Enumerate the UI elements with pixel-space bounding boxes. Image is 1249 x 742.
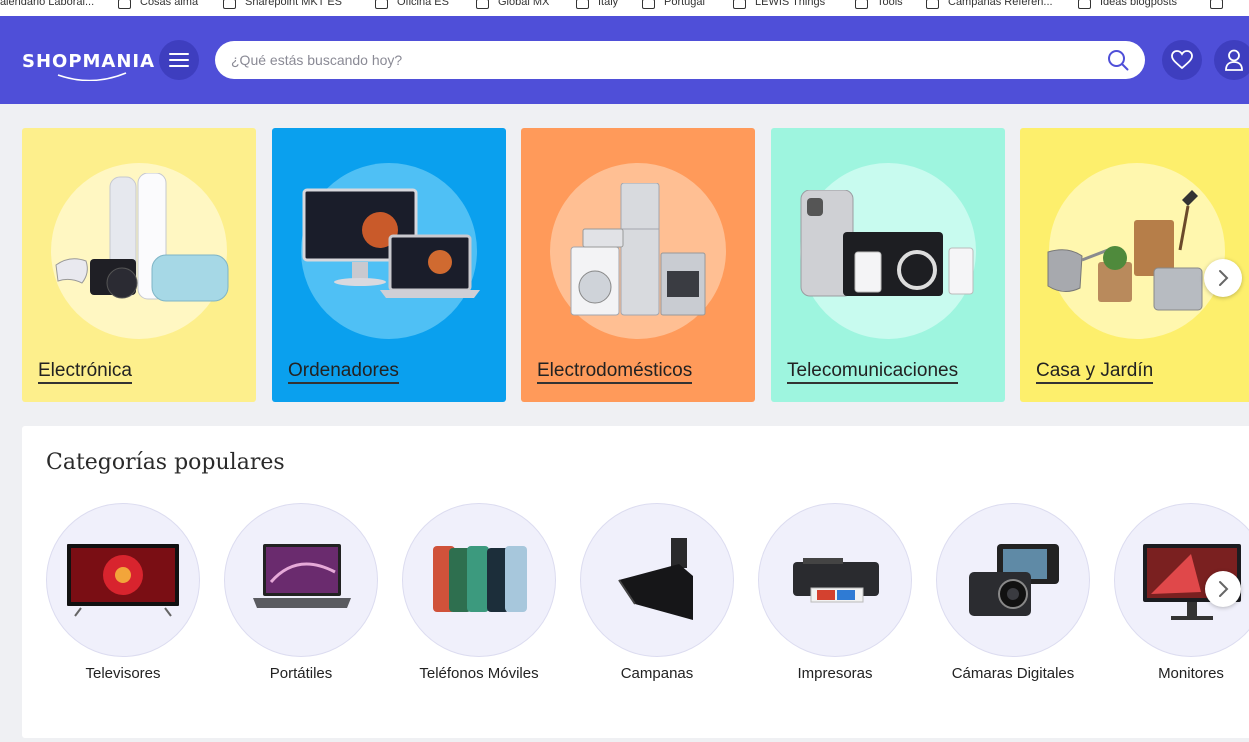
item-label: Portátiles: [269, 665, 333, 682]
bookmark-folder[interactable]: [1210, 0, 1232, 10]
item-circle: [758, 503, 912, 657]
item-circle: [402, 503, 556, 657]
appliances-image-icon: [570, 183, 706, 316]
bookmark-label: Global MX: [498, 0, 550, 8]
folder-icon: [476, 0, 489, 9]
telecom-image-icon: [800, 190, 974, 297]
camera-icon: [969, 544, 1059, 616]
folder-icon: [118, 0, 131, 9]
popular-item-impresoras[interactable]: Impresoras: [758, 503, 912, 682]
item-circle: [224, 503, 378, 657]
popular-item-portatiles[interactable]: Portátiles: [224, 503, 378, 682]
range-hood-icon: [618, 538, 693, 620]
bookmark-folder[interactable]: Tools: [855, 0, 903, 10]
printer-icon: [793, 558, 879, 603]
popular-next-button[interactable]: [1205, 571, 1241, 607]
item-circle: [936, 503, 1090, 657]
item-label: Monitores: [1158, 665, 1224, 682]
bookmark-label: Portugal: [664, 0, 705, 8]
garden-image-icon: [1047, 190, 1203, 311]
bookmark-label: LEWIS Things: [755, 0, 826, 8]
search-input[interactable]: [231, 41, 1091, 79]
bookmark-folder[interactable]: Global MX: [476, 0, 549, 10]
section-title: Categorías populares: [46, 450, 285, 475]
category-card-electrodomesticos[interactable]: Electrodomésticos: [521, 128, 755, 402]
menu-button[interactable]: [159, 40, 199, 80]
category-card-ordenadores[interactable]: Ordenadores: [272, 128, 506, 402]
laptop-icon: [253, 544, 351, 608]
bookmark-label: Cosas almá: [140, 0, 199, 8]
bookmark-label: Tools: [877, 0, 903, 8]
folder-icon: [1078, 0, 1091, 9]
folder-icon: [1210, 0, 1223, 9]
user-icon: [1225, 49, 1243, 71]
bookmark-folder[interactable]: Italy: [576, 0, 618, 10]
item-circle: [46, 503, 200, 657]
chevron-right-icon: [1219, 581, 1229, 597]
popular-item-camaras-digitales[interactable]: Cámaras Digitales: [936, 503, 1090, 682]
item-label: Impresoras: [797, 665, 873, 682]
bookmark-label: Italy: [598, 0, 619, 8]
chevron-right-icon: [1219, 270, 1229, 286]
bookmark-label: Campañas Referen...: [948, 0, 1053, 8]
popular-item-campanas[interactable]: Campanas: [580, 503, 734, 682]
bookmark-item[interactable]: Calendario Laboral...: [0, 0, 94, 10]
card-label: Ordenadores: [288, 360, 399, 384]
tv-icon: [67, 544, 179, 617]
item-circle: [580, 503, 734, 657]
bookmark-folder[interactable]: Oficina ES: [375, 0, 449, 10]
bookmark-label: Calendario Laboral...: [0, 0, 95, 8]
computers-image-icon: [302, 188, 480, 298]
item-label: Televisores: [85, 665, 161, 682]
popular-item-televisores[interactable]: Televisores: [46, 503, 200, 682]
heart-icon: [1171, 50, 1193, 70]
bookmark-folder[interactable]: Cosas almá: [118, 0, 198, 10]
folder-icon: [733, 0, 746, 9]
bookmark-folder[interactable]: Ideas blogposts: [1078, 0, 1177, 10]
folder-icon: [926, 0, 939, 9]
bookmarks-bar: Calendario Laboral... Cosas almá Sharepo…: [0, 0, 1249, 16]
folder-icon: [855, 0, 868, 9]
bookmark-folder[interactable]: LEWIS Things: [733, 0, 825, 10]
item-label: Cámaras Digitales: [951, 665, 1075, 682]
category-card-electronica[interactable]: Electrónica: [22, 128, 256, 402]
logo-swoosh-icon: [57, 72, 127, 81]
hamburger-icon: [169, 53, 189, 67]
card-label: Casa y Jardín: [1036, 360, 1154, 384]
card-label: Electrónica: [38, 360, 132, 384]
carousel-next-button[interactable]: [1204, 259, 1242, 297]
card-label: Electrodomésticos: [537, 360, 693, 384]
popular-categories-section: Categorías populares Televisores Portáti…: [22, 426, 1249, 738]
phone-icon: [433, 546, 527, 612]
category-card-telecomunicaciones[interactable]: Telecomunicaciones: [771, 128, 1005, 402]
bookmark-folder[interactable]: Sharepoint MKT ES: [223, 0, 342, 10]
bookmark-folder[interactable]: Campañas Referen...: [926, 0, 1053, 10]
bookmark-label: Ideas blogposts: [1100, 0, 1178, 8]
item-label: Campanas: [620, 665, 694, 682]
site-logo[interactable]: SHOPMANIA: [22, 43, 154, 81]
site-header: SHOPMANIA: [0, 16, 1249, 104]
card-label: Telecomunicaciones: [787, 360, 959, 384]
search-icon[interactable]: [1107, 49, 1129, 71]
folder-icon: [642, 0, 655, 9]
bookmark-label: Sharepoint MKT ES: [245, 0, 343, 8]
electronics-image-icon: [55, 173, 229, 302]
favorites-button[interactable]: [1162, 40, 1202, 80]
popular-item-telefonos-moviles[interactable]: Teléfonos Móviles: [402, 503, 556, 682]
search-bar: [215, 41, 1145, 79]
folder-icon: [223, 0, 236, 9]
folder-icon: [576, 0, 589, 9]
bookmark-label: Oficina ES: [397, 0, 449, 8]
folder-icon: [375, 0, 388, 9]
account-button[interactable]: [1214, 40, 1249, 80]
bookmark-folder[interactable]: Portugal: [642, 0, 705, 10]
item-label: Teléfonos Móviles: [419, 665, 539, 682]
